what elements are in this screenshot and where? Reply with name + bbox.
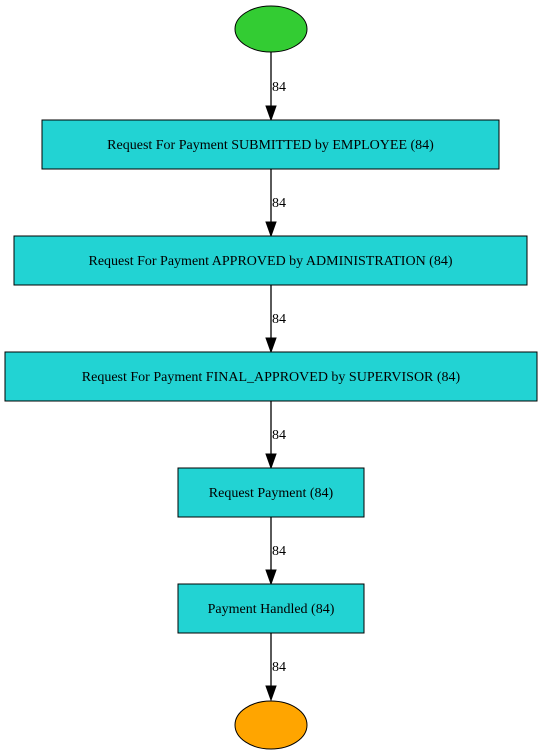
end-node	[234, 700, 308, 750]
edge-label: 84	[272, 428, 286, 443]
edge-request-payment-to-payment-handled: 84	[265, 517, 286, 586]
edge-start-to-submitted: 84	[265, 52, 286, 122]
activity-final-approved-by-supervisor: Request For Payment FINAL_APPROVED by SU…	[4, 351, 538, 402]
activity-request-payment: Request Payment (84)	[177, 467, 365, 518]
activity-label: Request For Payment FINAL_APPROVED by SU…	[82, 370, 461, 385]
edge-label: 84	[272, 660, 286, 675]
activity-submitted-by-employee: Request For Payment SUBMITTED by EMPLOYE…	[41, 119, 500, 170]
process-flow-diagram: 84 84 84 84 84 84 Request For Payment SU…	[4, 5, 538, 750]
edge-label: 84	[272, 312, 286, 327]
activity-label: Request For Payment SUBMITTED by EMPLOYE…	[107, 138, 434, 153]
edge-label: 84	[272, 196, 286, 211]
edge-payment-handled-to-end: 84	[265, 633, 286, 702]
edge-approved-to-final-approved: 84	[265, 285, 286, 354]
activity-label: Request For Payment APPROVED by ADMINIST…	[89, 254, 453, 269]
edge-label: 84	[272, 544, 286, 559]
activity-label: Payment Handled (84)	[208, 602, 335, 617]
start-node	[234, 5, 308, 53]
activity-label: Request Payment (84)	[209, 486, 334, 501]
edge-submitted-to-approved: 84	[265, 169, 286, 238]
edge-final-approved-to-request-payment: 84	[265, 401, 286, 470]
activity-approved-by-administration: Request For Payment APPROVED by ADMINIST…	[13, 235, 528, 286]
edge-label: 84	[272, 80, 286, 95]
activity-payment-handled: Payment Handled (84)	[177, 583, 365, 634]
